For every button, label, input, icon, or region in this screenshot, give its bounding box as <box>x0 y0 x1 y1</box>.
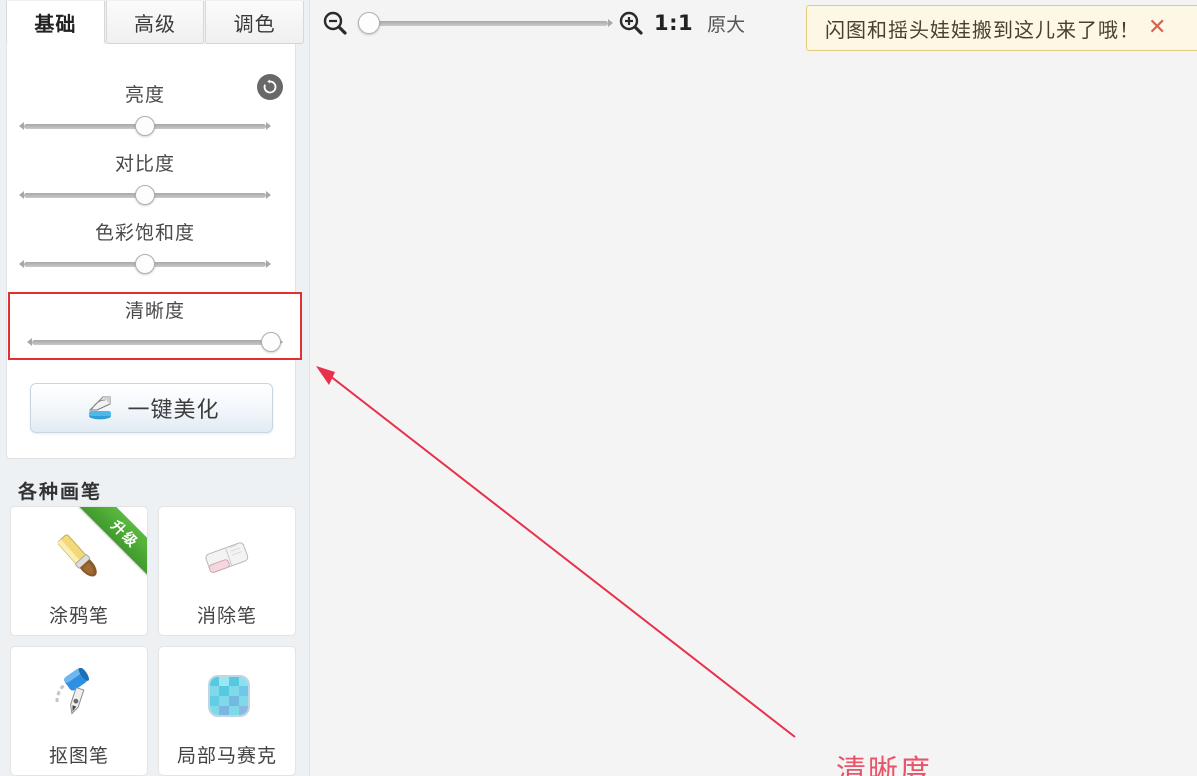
one-click-beautify-button[interactable]: 一键美化 <box>30 383 273 433</box>
brush-section-heading: 各种画笔 <box>18 481 103 503</box>
zoom-ratio-value[interactable]: 1:1 <box>654 11 693 35</box>
brush-grid: 涂鸦笔 升级 消除笔 抠图笔 局部马赛克 <box>10 506 300 776</box>
zoom-ratio-label[interactable]: 原大 <box>707 10 745 37</box>
annotation-label: 清晰度 <box>836 754 932 776</box>
brush-row: 涂鸦笔 升级 消除笔 <box>10 506 300 636</box>
slider-contrast-row[interactable] <box>19 183 271 209</box>
cutout-pen-icon <box>43 665 115 731</box>
tab-color-label: 调色 <box>233 11 276 36</box>
tip-bubble: 闪图和摇头娃娃搬到这儿来了哦！ ✕ <box>806 5 1197 51</box>
brush-item-mosaic[interactable]: 局部马赛克 <box>158 646 296 776</box>
tab-basic-label: 基础 <box>34 11 77 36</box>
magnifier-minus-icon[interactable] <box>322 10 348 36</box>
slider-contrast-thumb[interactable] <box>135 185 155 205</box>
tab-advanced-label: 高级 <box>134 11 176 36</box>
magnifier-plus-icon[interactable] <box>618 10 644 36</box>
close-x-icon[interactable]: ✕ <box>1148 17 1166 39</box>
brush-item-cutout[interactable]: 抠图笔 <box>10 646 148 776</box>
slider-sharpness-row[interactable] <box>27 330 283 356</box>
slider-saturation-thumb[interactable] <box>135 254 155 274</box>
tab-basic[interactable]: 基础 <box>6 1 105 44</box>
tab-advanced[interactable]: 高级 <box>105 1 205 44</box>
brush-item-cutout-label: 抠图笔 <box>48 745 109 767</box>
slider-sharpness-track[interactable] <box>27 338 283 346</box>
slider-saturation: 色彩饱和度 <box>0 220 290 278</box>
zoom-slider[interactable] <box>358 12 613 34</box>
slider-brightness-thumb[interactable] <box>135 116 155 136</box>
paintbrush-icon <box>43 525 115 591</box>
mosaic-icon <box>191 665 263 731</box>
hand-press-button-icon <box>83 391 117 425</box>
brush-item-doodle[interactable]: 涂鸦笔 升级 <box>10 506 148 636</box>
slider-saturation-label: 色彩饱和度 <box>94 222 195 244</box>
slider-brightness-label: 亮度 <box>124 84 165 106</box>
slider-sharpness-label: 清晰度 <box>124 300 185 322</box>
image-editor-app: 基础 高级 调色 亮度 对比度 色彩饱和度 清晰度 一键美化 各种画笔 涂鸦笔 … <box>0 0 1197 776</box>
slider-contrast: 对比度 <box>0 151 290 209</box>
brush-row: 抠图笔 局部马赛克 <box>10 646 300 776</box>
image-canvas[interactable] <box>311 0 1197 776</box>
brush-item-eraser-label: 消除笔 <box>196 605 257 627</box>
tip-text: 闪图和摇头娃娃搬到这儿来了哦！ <box>825 17 1140 42</box>
eraser-icon <box>191 525 263 591</box>
slider-brightness: 亮度 <box>0 82 290 140</box>
one-click-beautify-label: 一键美化 <box>127 398 220 423</box>
zoom-slider-thumb[interactable] <box>358 12 380 34</box>
slider-sharpness-thumb[interactable] <box>260 332 281 352</box>
slider-brightness-row[interactable] <box>19 114 271 140</box>
zoom-toolbar: 1:1 原大 <box>318 0 798 46</box>
slider-saturation-row[interactable] <box>19 252 271 278</box>
brush-item-doodle-label: 涂鸦笔 <box>48 605 109 627</box>
tab-color[interactable]: 调色 <box>205 1 305 44</box>
brush-item-eraser[interactable]: 消除笔 <box>158 506 296 636</box>
slider-sharpness-highlight-box: 清晰度 <box>8 292 302 360</box>
slider-contrast-label: 对比度 <box>114 153 175 175</box>
zoom-slider-track[interactable] <box>358 19 613 27</box>
brush-item-mosaic-label: 局部马赛克 <box>176 745 277 767</box>
left-sidebar: 基础 高级 调色 亮度 对比度 色彩饱和度 清晰度 一键美化 各种画笔 涂鸦笔 … <box>0 0 310 776</box>
panel-tabs: 基础 高级 调色 <box>6 1 305 45</box>
